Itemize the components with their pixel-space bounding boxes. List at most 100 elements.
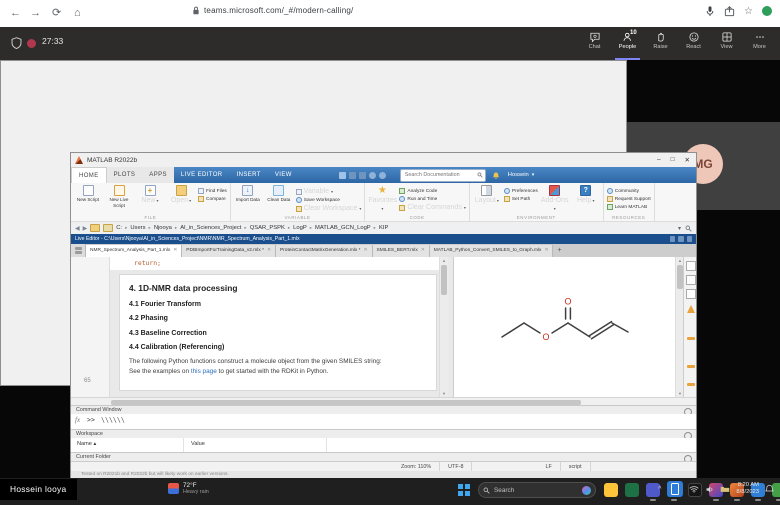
browser-home-icon[interactable]: ⌂ <box>74 6 81 20</box>
workspace-table[interactable]: Name ▴ Value <box>71 438 696 452</box>
doc-tab-pdb-import[interactable]: PDBImportForTrainingData_v2.mlx *✕ <box>182 245 276 257</box>
doc-tab-nmr[interactable]: NMR_Spectrum_Analysis_Part_1.mlx✕ <box>86 245 182 257</box>
variable-button[interactable]: Variable <box>296 188 362 195</box>
more-button[interactable]: More <box>743 29 776 60</box>
favorites-button[interactable]: ★Favorites <box>368 185 396 214</box>
notifications-bell-icon[interactable] <box>765 484 774 494</box>
minimize-button[interactable]: – <box>657 156 661 164</box>
new-button[interactable]: +New <box>136 185 164 214</box>
bookmark-star-icon[interactable]: ☆ <box>744 6 753 17</box>
compare-button[interactable]: Compare <box>198 196 227 202</box>
column-header-name[interactable]: Name ▴ <box>77 441 96 447</box>
save-icon[interactable] <box>339 172 346 179</box>
close-tab-icon[interactable]: ✕ <box>267 245 271 257</box>
live-editor-canvas[interactable]: 65 return; 4. 1D-NMR data processing 4.1… <box>71 257 696 397</box>
code-line[interactable]: return; <box>110 257 447 270</box>
close-tab-icon[interactable]: ✕ <box>173 245 177 257</box>
matlab-titlebar[interactable]: MATLAB R2022b – □ ✕ <box>71 153 696 168</box>
share-icon[interactable] <box>724 6 735 17</box>
forward-nav-icon[interactable]: ▶ <box>83 225 88 232</box>
panel-controls[interactable] <box>670 236 692 242</box>
tray-folder-icon[interactable] <box>720 485 730 493</box>
import-data-button[interactable]: ↓Import Data <box>234 185 262 214</box>
quick-access-toolbar[interactable] <box>339 172 386 179</box>
warning-line-marker[interactable] <box>687 337 695 340</box>
workspace-header[interactable]: Workspace <box>71 429 696 438</box>
copy-icon[interactable] <box>359 172 366 179</box>
live-editor-titlebar[interactable]: Live Editor - C:\Users\Njooya\AI_in_Scie… <box>71 234 696 244</box>
hidden-icons-caret[interactable]: ^ <box>658 486 661 493</box>
file-explorer-icon[interactable] <box>604 483 618 497</box>
browse-folder-icon[interactable] <box>90 224 100 232</box>
tab-live-editor[interactable]: LIVE EDITOR <box>174 167 230 183</box>
address-bar[interactable]: teams.microsoft.com/_#/modern-calling/ <box>192 6 353 15</box>
learn-matlab-button[interactable]: Learn MATLAB <box>607 204 651 210</box>
taskbar-weather-widget[interactable]: 72°F Heavy rain <box>168 482 209 495</box>
matlab-window[interactable]: MATLAB R2022b – □ ✕ HOME PLOTS APPS LIVE… <box>70 152 697 478</box>
people-button[interactable]: 10 People <box>611 29 644 60</box>
raise-hand-button[interactable]: Raise <box>644 29 677 60</box>
find-files-button[interactable]: Find Files <box>198 188 227 194</box>
scrollbar-thumb[interactable] <box>111 400 581 405</box>
tab-apps[interactable]: APPS <box>142 167 174 183</box>
tab-insert[interactable]: INSERT <box>230 167 268 183</box>
document-scrollbar[interactable]: ▲ ▼ <box>439 257 448 397</box>
scrollbar-thumb[interactable] <box>441 265 447 295</box>
taskbar-clock[interactable]: 8:20 AM 8/8/2023 <box>736 482 759 496</box>
layout-button[interactable]: Layout <box>473 185 501 214</box>
tab-view[interactable]: VIEW <box>268 167 299 183</box>
browser-reload-icon[interactable]: ⟳ <box>52 6 61 20</box>
community-button[interactable]: Community <box>607 188 651 194</box>
warning-line-marker[interactable] <box>687 383 695 386</box>
command-window-header[interactable]: Command Window <box>71 405 696 414</box>
documentation-search[interactable] <box>400 169 486 182</box>
preferences-button[interactable]: Preferences <box>504 188 538 194</box>
panel-toggle-icon[interactable] <box>686 289 696 299</box>
clear-commands-button[interactable]: Clear Commands <box>399 204 465 211</box>
doc-tab-smiles-bert[interactable]: SMILES_BERT.mlx✕ <box>373 245 430 257</box>
search-input[interactable] <box>403 171 475 179</box>
redo-icon[interactable] <box>379 172 386 179</box>
new-script-button[interactable]: New Script <box>74 185 102 214</box>
help-button[interactable]: ?Help <box>572 185 600 214</box>
column-header-value[interactable]: Value <box>191 441 205 447</box>
volume-icon[interactable] <box>705 485 714 494</box>
taskbar-search[interactable]: Search <box>478 482 596 498</box>
clear-workspace-button[interactable]: Clear Workspace <box>296 205 362 212</box>
save-workspace-button[interactable]: Save Workspace <box>296 197 362 203</box>
wifi-icon[interactable] <box>689 485 699 493</box>
analyze-code-button[interactable]: Analyze Code <box>399 188 465 194</box>
doc-tab-convert-smiles[interactable]: MATLAB_Python_Convert_SMILES_to_Graph.ml… <box>430 245 554 257</box>
editor-gutter-controls[interactable] <box>71 244 86 257</box>
chat-button[interactable]: Chat <box>578 29 611 60</box>
back-nav-icon[interactable]: ◀ <box>75 225 80 232</box>
close-tab-icon[interactable]: ✕ <box>421 245 425 257</box>
warning-marker-icon[interactable] <box>687 305 695 313</box>
add-ons-button[interactable]: Add-Ons <box>541 185 569 214</box>
mic-permission-icon[interactable] <box>705 5 715 17</box>
user-menu[interactable]: Hossein <box>508 172 534 178</box>
maximize-button[interactable]: □ <box>671 156 675 164</box>
close-tab-icon[interactable]: ✕ <box>544 245 548 257</box>
panel-toggle-icon[interactable] <box>686 261 696 271</box>
figure-pane[interactable]: O O <box>453 257 676 397</box>
command-window[interactable]: fx >> \\\\\\ <box>71 414 696 429</box>
start-button[interactable] <box>458 484 470 496</box>
close-button[interactable]: ✕ <box>685 156 690 164</box>
clean-data-button[interactable]: Clean Data <box>265 185 293 214</box>
breadcrumb[interactable]: C: Users Njooya AI_in_Sciences_Project Q… <box>116 225 394 231</box>
this-page-link[interactable]: this page <box>191 368 217 375</box>
new-document-tab-button[interactable]: + <box>553 245 565 257</box>
undo-icon[interactable] <box>369 172 376 179</box>
warning-line-marker[interactable] <box>687 365 695 368</box>
open-button[interactable]: Open <box>167 185 195 214</box>
path-dropdown-icon[interactable]: ▾ <box>678 225 681 232</box>
extension-icon[interactable] <box>762 6 772 16</box>
folder-search-icon[interactable] <box>685 225 692 232</box>
active-share-icon[interactable] <box>667 481 683 497</box>
set-path-button[interactable]: Set Path <box>504 196 538 202</box>
tab-plots[interactable]: PLOTS <box>107 167 143 183</box>
new-live-script-button[interactable]: New Live Script <box>105 185 133 214</box>
react-button[interactable]: React <box>677 29 710 60</box>
notification-bell-icon[interactable] <box>492 171 500 180</box>
